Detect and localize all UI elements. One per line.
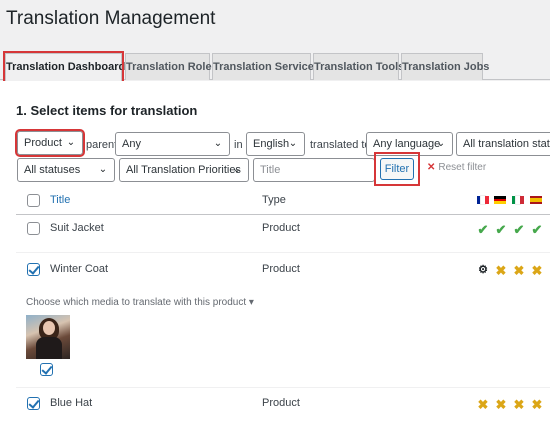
statuses-select-value: All statuses	[24, 164, 81, 176]
tab-translation-services[interactable]: Translation Services	[212, 53, 320, 80]
chevron-down-icon: ⌄	[232, 164, 242, 175]
parent-select-value: Any	[122, 138, 141, 150]
parent-label: parent	[86, 139, 118, 151]
type-select-value: Product	[24, 137, 62, 149]
row-type: Product	[262, 263, 300, 275]
title-search-placeholder: Title	[260, 164, 281, 176]
priorities-select-value: All Translation Priorities	[126, 164, 241, 176]
title-search-input[interactable]: Title	[253, 158, 375, 182]
flag-es-icon	[530, 196, 542, 204]
tab-translation-tools[interactable]: Translation Tools	[313, 53, 404, 80]
select-all-checkbox[interactable]	[27, 194, 40, 207]
cross-icon[interactable]: ✖	[531, 264, 543, 277]
thumbnail-coat	[36, 337, 62, 359]
row-checkbox-suit-jacket[interactable]	[27, 222, 40, 235]
target-language-value: Any language	[373, 138, 441, 150]
cross-icon[interactable]: ✖	[531, 398, 543, 411]
source-language-select[interactable]: English ⌄	[246, 132, 305, 156]
priorities-select[interactable]: All Translation Priorities ⌄	[119, 158, 249, 182]
column-header-type: Type	[262, 194, 286, 206]
tab-translation-jobs[interactable]: Translation Jobs	[401, 53, 489, 80]
target-language-select[interactable]: Any language ⌄	[366, 132, 453, 156]
statuses-select[interactable]: All statuses ⌄	[17, 158, 115, 182]
row-title[interactable]: Suit Jacket	[50, 222, 104, 234]
check-icon[interactable]: ✔	[513, 223, 525, 236]
cross-icon[interactable]: ✖	[477, 398, 489, 411]
thumbnail-face	[43, 321, 55, 335]
flag-it-icon	[512, 195, 524, 205]
row-checkbox-winter-coat[interactable]	[27, 263, 40, 276]
chevron-down-icon: ⌄	[436, 138, 446, 149]
cross-icon[interactable]: ✖	[513, 264, 525, 277]
row-divider	[16, 252, 550, 253]
translation-status-value: All translation status	[463, 138, 550, 150]
flag-de-icon	[494, 196, 506, 205]
parent-select[interactable]: Any ⌄	[115, 132, 230, 156]
tab-translation-dashboard[interactable]: Translation Dashboard	[3, 51, 125, 83]
row-type: Product	[262, 222, 300, 234]
media-checkbox[interactable]	[40, 363, 53, 376]
close-icon: ✕	[427, 162, 436, 173]
gear-icon[interactable]: ⚙	[477, 264, 489, 277]
column-header-title[interactable]: Title	[50, 194, 70, 206]
type-select[interactable]: Product ⌄	[15, 129, 85, 157]
row-divider	[16, 387, 550, 388]
chevron-down-icon: ⌄	[66, 137, 76, 148]
media-selector-toggle[interactable]: Choose which media to translate with thi…	[26, 297, 254, 308]
translated-to-label: translated to	[310, 139, 371, 151]
flag-fr-icon	[477, 195, 489, 205]
section-title: 1. Select items for translation	[16, 103, 198, 118]
row-type: Product	[262, 397, 300, 409]
check-icon[interactable]: ✔	[531, 223, 543, 236]
row-title[interactable]: Blue Hat	[50, 397, 92, 409]
source-language-value: English	[253, 138, 290, 150]
product-image-thumbnail[interactable]	[26, 315, 70, 359]
table-header: Title Type	[16, 187, 550, 215]
check-icon[interactable]: ✔	[495, 223, 507, 236]
translation-status-select[interactable]: All translation status	[456, 132, 550, 156]
cross-icon[interactable]: ✖	[495, 264, 507, 277]
translation-dashboard-panel: 1. Select items for translation Product …	[0, 81, 550, 431]
reset-filter-link[interactable]: ✕ Reset filter	[427, 162, 486, 173]
tab-translation-roles[interactable]: Translation Roles	[125, 53, 218, 80]
chevron-down-icon: ⌄	[98, 164, 108, 175]
in-label: in	[234, 139, 243, 151]
chevron-down-icon: ⌄	[213, 138, 223, 149]
tab-bar: Translation Dashboard Translation Roles …	[0, 51, 550, 83]
chevron-down-icon: ⌄	[288, 138, 298, 149]
cross-icon[interactable]: ✖	[513, 398, 525, 411]
check-icon[interactable]: ✔	[477, 223, 489, 236]
filter-button[interactable]: Filter	[380, 158, 414, 180]
cross-icon[interactable]: ✖	[495, 398, 507, 411]
reset-filter-label: Reset filter	[438, 162, 487, 173]
row-title[interactable]: Winter Coat	[50, 263, 108, 275]
page-title: Translation Management	[6, 8, 216, 29]
row-checkbox-blue-hat[interactable]	[27, 397, 40, 410]
